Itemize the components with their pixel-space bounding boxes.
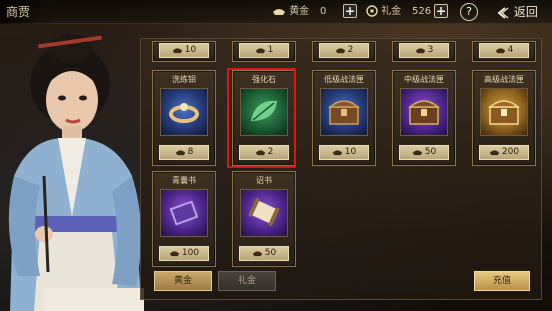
- price-bar: 50: [399, 145, 449, 160]
- price-bar: 10: [159, 43, 209, 58]
- help-button[interactable]: ?: [460, 3, 478, 21]
- add-gold-button[interactable]: +: [343, 4, 357, 18]
- price-bar: 2: [319, 43, 369, 58]
- shop-item-card[interactable]: 4: [472, 41, 536, 62]
- item-art: [160, 88, 208, 136]
- price-bar: 4: [479, 43, 529, 58]
- item-price: 100: [181, 248, 200, 258]
- gold-label: 黄金: [289, 6, 310, 17]
- ring-icon: [169, 103, 199, 123]
- tab-gift[interactable]: 礼金: [218, 271, 276, 291]
- item-name: 洗练钼: [172, 75, 196, 84]
- gold-ingot-icon: [273, 9, 285, 15]
- add-gift-button[interactable]: +: [434, 4, 448, 18]
- back-arrow-icon: [497, 6, 509, 19]
- item-price: 4: [507, 45, 514, 55]
- item-price: 200: [501, 147, 520, 157]
- item-art: [320, 88, 368, 136]
- gold-ingot-icon: [172, 48, 182, 54]
- gold-ingot-icon: [489, 150, 500, 156]
- chest-gold-icon: [487, 100, 521, 125]
- item-name: 中级战法匣: [404, 75, 444, 84]
- item-price: 50: [424, 147, 437, 157]
- gold-ingot-icon: [412, 150, 422, 156]
- gold-currency: 黄金: [272, 3, 309, 21]
- item-price: 10: [184, 45, 197, 55]
- item-art: [480, 88, 528, 136]
- gold-ingot-icon: [169, 251, 180, 257]
- gold-ingot-icon: [332, 150, 342, 156]
- price-bar: 3: [399, 43, 449, 58]
- book-icon: [169, 200, 199, 226]
- page-title: 商贾: [0, 0, 60, 24]
- gold-ingot-icon: [415, 48, 425, 54]
- shop-item-card[interactable]: 低级战法匣 10: [312, 70, 376, 166]
- gift-currency: 礼金: [366, 3, 401, 21]
- item-price: 50: [264, 248, 277, 258]
- gold-ingot-icon: [495, 48, 505, 54]
- recharge-button[interactable]: 充值: [474, 271, 530, 291]
- gold-ingot-icon: [175, 150, 185, 156]
- item-art: [240, 189, 288, 237]
- gold-ingot-icon: [335, 48, 345, 54]
- merchant-character: [8, 34, 144, 311]
- chest-blue-icon: [327, 100, 361, 125]
- shop-item-card[interactable]: 2: [312, 41, 376, 62]
- item-name: 诏书: [256, 176, 272, 185]
- back-button[interactable]: 返回: [496, 2, 538, 22]
- shop-item-card[interactable]: 洗练钼 8: [152, 70, 216, 166]
- tab-gold[interactable]: 黄金: [154, 271, 212, 291]
- gift-value: 526: [412, 6, 432, 17]
- item-name: 低级战法匣: [324, 75, 364, 84]
- shop-item-card[interactable]: 10: [152, 41, 216, 62]
- item-price: 10: [344, 147, 357, 157]
- shop-item-card[interactable]: 诏书 50: [232, 171, 296, 267]
- gift-label: 礼金: [381, 6, 402, 17]
- price-bar: 1: [239, 43, 289, 58]
- shop-item-card[interactable]: 3: [392, 41, 456, 62]
- back-label: 返回: [513, 5, 538, 19]
- item-price: 2: [347, 45, 354, 55]
- coin-icon: [366, 5, 378, 17]
- chest-purple-icon: [407, 100, 441, 125]
- item-name: 高级战法匣: [484, 75, 524, 84]
- shop-item-card[interactable]: 青囊书 100: [152, 171, 216, 267]
- shop-item-card[interactable]: 中级战法匣 50: [392, 70, 456, 166]
- item-art: [400, 88, 448, 136]
- gold-ingot-icon: [255, 48, 265, 54]
- item-price: 1: [267, 45, 274, 55]
- price-bar: 100: [159, 246, 209, 261]
- price-bar: 200: [479, 145, 529, 160]
- price-bar: 10: [319, 145, 369, 160]
- selected-item-highlight: [227, 68, 296, 168]
- price-bar: 8: [159, 145, 209, 160]
- shop-item-card[interactable]: 1: [232, 41, 296, 62]
- item-art: [160, 189, 208, 237]
- shop-item-card[interactable]: 高级战法匣 200: [472, 70, 536, 166]
- item-price: 3: [427, 45, 434, 55]
- item-price: 8: [187, 147, 194, 157]
- item-name: 青囊书: [172, 176, 196, 185]
- price-bar: 50: [239, 246, 289, 261]
- gold-ingot-icon: [252, 251, 262, 257]
- gold-value: 0: [320, 6, 327, 17]
- scroll-icon: [248, 198, 280, 226]
